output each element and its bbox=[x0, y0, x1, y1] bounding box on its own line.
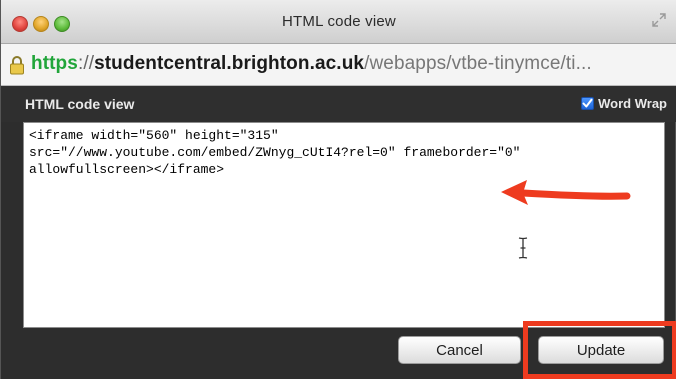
url-text: https://studentcentral.brighton.ac.uk/we… bbox=[31, 53, 592, 75]
checkmark-icon bbox=[582, 98, 593, 108]
panel-title: HTML code view bbox=[25, 96, 135, 112]
word-wrap-label: Word Wrap bbox=[598, 96, 667, 111]
fullscreen-icon[interactable] bbox=[651, 12, 667, 28]
address-bar[interactable]: https://studentcentral.brighton.ac.uk/we… bbox=[1, 44, 676, 86]
url-scheme: https bbox=[31, 53, 78, 74]
popup-window: HTML code view https://studentcentral.br… bbox=[0, 0, 676, 379]
word-wrap-toggle[interactable]: Word Wrap bbox=[581, 96, 667, 111]
red-highlight-box bbox=[523, 321, 676, 379]
text-cursor-icon bbox=[518, 237, 528, 259]
cancel-button[interactable]: Cancel bbox=[398, 336, 521, 364]
panel-header: HTML code view Word Wrap bbox=[1, 86, 676, 122]
html-code-textarea[interactable]: <iframe width="560" height="315" src="//… bbox=[23, 122, 665, 328]
url-path: /webapps/vtbe-tinymce/ti... bbox=[364, 53, 592, 74]
url-host: studentcentral.brighton.ac.uk bbox=[94, 53, 365, 74]
red-arrow-annotation bbox=[501, 180, 631, 205]
window-title: HTML code view bbox=[282, 13, 396, 30]
url-separator: :// bbox=[77, 53, 95, 74]
lock-icon bbox=[10, 56, 24, 75]
word-wrap-checkbox[interactable] bbox=[581, 97, 595, 110]
title-bar[interactable]: HTML code view bbox=[1, 0, 676, 44]
